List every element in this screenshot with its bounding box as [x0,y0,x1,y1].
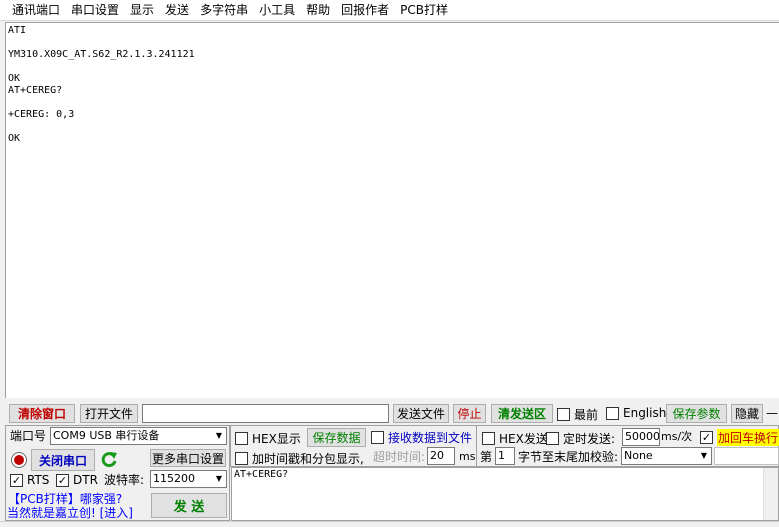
recv-to-file-label: 接收数据到文件 [388,431,473,445]
checkbox-box [557,408,570,421]
hex-display-label: HEX显示 [252,432,301,446]
receive-line [8,37,779,49]
topmost-label: 最前 [574,408,599,422]
send-text: AT+CEREG? [234,469,289,480]
pcb-ad-line2[interactable]: 当然就是嘉立创! [进入] [7,505,133,521]
topmost-checkbox[interactable]: 最前 [557,406,598,423]
baud-select[interactable]: 115200 ▼ [150,470,227,488]
hex-send-label: HEX发送 [499,432,548,446]
baud-label: 波特率: [104,473,145,487]
rts-checkbox[interactable]: ✓ RTS [10,473,49,487]
clear-window-button[interactable]: 清除窗口 [9,404,75,423]
interval-unit: ms/次 [661,430,693,443]
menu-pcb[interactable]: PCB打样 [395,0,454,21]
dtr-checkbox[interactable]: ✓ DTR [56,473,98,487]
send-file-button[interactable]: 发送文件 [393,404,449,423]
receive-line: OK [8,133,21,144]
port-value: COM9 USB 串行设备 [53,429,160,442]
add-crlf-label: 加回车换行 [717,429,779,446]
checkbox-box [371,431,384,444]
checkmark-icon: ✓ [700,431,713,444]
refresh-icon[interactable] [99,450,119,470]
file-path-input[interactable] [142,404,389,423]
timed-send-checkbox[interactable]: 定时发送: [546,430,615,447]
timeout-label: 超时时间: [373,450,426,464]
receive-line [8,121,779,133]
extra-field[interactable] [714,447,779,465]
receive-line: YM310.X09C_AT.S62_R2.1.3.241121 [8,49,195,60]
checkbox-box [606,406,619,420]
port-status-icon [11,452,27,468]
send-button[interactable]: 发 送 [151,493,227,518]
menu-display[interactable]: 显示 [125,0,160,21]
menu-comm-port[interactable]: 通讯端口 [7,0,66,21]
receive-textarea[interactable]: ATI YM310.X09C_AT.S62_R2.1.3.241121 OK A… [5,22,779,398]
menu-multi-string[interactable]: 多字符串 [195,0,254,21]
menu-bar: 通讯端口 串口设置 显示 发送 多字符串 小工具 帮助 回报作者 PCB打样 [0,0,779,21]
send-textarea[interactable]: AT+CEREG? [231,467,779,521]
hide-button[interactable]: 隐藏 [731,404,763,423]
receive-line: OK [8,73,21,84]
chevron-down-icon[interactable]: ▼ [696,448,711,464]
status-bar [0,521,779,527]
timestamp-label: 加时间戳和分包显示, [252,452,364,466]
timestamp-checkbox[interactable]: 加时间戳和分包显示, [235,450,364,467]
more-port-settings-button[interactable]: 更多串口设置 [150,449,226,467]
port-select[interactable]: COM9 USB 串行设备 ▼ [50,427,227,445]
timeout-input[interactable]: 20 [427,447,455,465]
checkmark-icon: ✓ [56,473,69,487]
receive-line: ATI [8,25,27,36]
red-dot-icon [14,455,24,465]
menu-help[interactable]: 帮助 [301,0,336,21]
clear-send-button[interactable]: 清发送区 [491,404,553,423]
close-port-button[interactable]: 关闭串口 [31,449,95,471]
hex-display-checkbox[interactable]: HEX显示 [235,430,301,447]
receive-line [8,61,779,73]
receive-line: AT+CEREG? [8,85,63,96]
collapse-dash[interactable]: — [766,405,778,421]
timeout-unit: ms [459,450,476,463]
checkbox-box [235,432,248,445]
save-params-button[interactable]: 保存参数 [666,404,727,423]
checkbox-box [546,432,559,445]
checkbox-box [482,432,495,445]
chevron-down-icon[interactable]: ▼ [211,471,226,487]
menu-feedback[interactable]: 回报作者 [336,0,395,21]
port-label: 端口号 [10,429,47,443]
byte-di-label: 第 [480,450,493,464]
chevron-down-icon[interactable]: ▼ [211,428,226,444]
divider [476,426,477,466]
stop-button[interactable]: 停止 [453,404,486,423]
send-scrollbar[interactable] [763,468,778,520]
menu-send[interactable]: 发送 [160,0,195,21]
checksum-value: None [624,449,653,462]
open-file-button[interactable]: 打开文件 [80,404,138,423]
checksum-select[interactable]: None ▼ [621,447,712,465]
interval-input[interactable]: 50000 [622,428,660,446]
byte-index-input[interactable]: 1 [495,447,515,465]
recv-to-file-checkbox[interactable]: 接收数据到文件 [371,429,472,446]
english-label: English [623,406,667,420]
checkmark-icon: ✓ [10,473,23,487]
add-crlf-checkbox[interactable]: ✓ 加回车换行 [700,429,779,446]
menu-tools[interactable]: 小工具 [254,0,301,21]
hex-send-checkbox[interactable]: HEX发送 [482,430,548,447]
checkbox-box [235,452,248,465]
baud-value: 115200 [153,472,195,485]
english-checkbox[interactable]: English [606,406,666,420]
receive-line: +CEREG: 0,3 [8,109,75,120]
menu-port-settings[interactable]: 串口设置 [66,0,125,21]
timed-send-label: 定时发送: [563,432,616,446]
save-data-button[interactable]: 保存数据 [307,428,366,447]
receive-line [8,97,779,109]
rts-label: RTS [27,473,50,487]
checksum-label: 字节至末尾加校验: [518,450,619,464]
dtr-label: DTR [73,473,98,487]
serial-assistant-window: 通讯端口 串口设置 显示 发送 多字符串 小工具 帮助 回报作者 PCB打样 A… [0,0,779,527]
